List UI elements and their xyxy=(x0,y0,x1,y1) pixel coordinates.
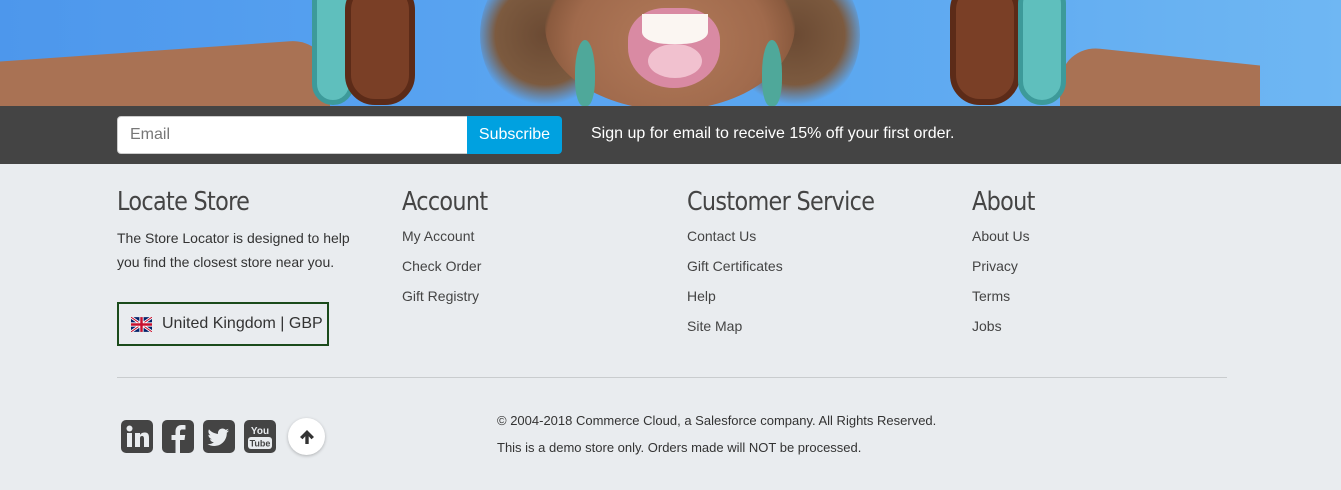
svg-text:You: You xyxy=(251,426,269,437)
link-site-map[interactable]: Site Map xyxy=(687,318,742,334)
signup-promo-text: Sign up for email to receive 15% off you… xyxy=(591,125,955,142)
link-help[interactable]: Help xyxy=(687,288,716,304)
account-section: Account My Account Check Order Gift Regi… xyxy=(402,184,672,314)
country-selector-button[interactable]: United Kingdom | GBP xyxy=(117,302,329,346)
link-my-account[interactable]: My Account xyxy=(402,228,474,244)
link-gift-certificates[interactable]: Gift Certificates xyxy=(687,258,783,274)
email-input[interactable] xyxy=(117,116,468,154)
arrow-up-icon xyxy=(299,429,314,444)
twitter-icon[interactable] xyxy=(203,420,235,453)
locate-store-section: Locate Store The Store Locator is design… xyxy=(117,184,387,274)
link-about-us[interactable]: About Us xyxy=(972,228,1030,244)
link-contact-us[interactable]: Contact Us xyxy=(687,228,756,244)
about-heading: About xyxy=(972,187,1035,217)
footer-divider xyxy=(117,377,1227,378)
hero-banner-image xyxy=(0,0,1341,106)
link-terms[interactable]: Terms xyxy=(972,288,1010,304)
demo-store-notice: This is a demo store only. Orders made w… xyxy=(497,440,862,455)
back-to-top-button[interactable] xyxy=(288,418,325,455)
locate-store-heading: Locate Store xyxy=(117,187,250,217)
facebook-icon[interactable] xyxy=(162,420,194,453)
link-gift-registry[interactable]: Gift Registry xyxy=(402,288,479,304)
account-links: My Account Check Order Gift Registry xyxy=(402,224,672,314)
copyright-text: © 2004-2018 Commerce Cloud, a Salesforce… xyxy=(497,413,937,428)
about-section: About About Us Privacy Terms Jobs xyxy=(972,184,1242,344)
country-selector-label: United Kingdom | GBP xyxy=(162,315,323,332)
account-heading: Account xyxy=(402,187,488,217)
uk-flag-icon xyxy=(130,315,153,333)
linkedin-icon[interactable] xyxy=(121,420,153,453)
youtube-icon[interactable]: You Tube xyxy=(244,420,276,453)
link-jobs[interactable]: Jobs xyxy=(972,318,1002,334)
svg-text:Tube: Tube xyxy=(250,439,271,449)
locate-store-description: The Store Locator is designed to help yo… xyxy=(117,230,350,270)
subscribe-button[interactable]: Subscribe xyxy=(467,116,562,154)
customer-service-heading: Customer Service xyxy=(687,187,875,217)
link-privacy[interactable]: Privacy xyxy=(972,258,1018,274)
about-links: About Us Privacy Terms Jobs xyxy=(972,224,1242,344)
email-signup-bar: Subscribe Sign up for email to receive 1… xyxy=(0,106,1341,164)
customer-service-section: Customer Service Contact Us Gift Certifi… xyxy=(687,184,957,344)
link-check-order[interactable]: Check Order xyxy=(402,258,481,274)
customer-service-links: Contact Us Gift Certificates Help Site M… xyxy=(687,224,957,344)
